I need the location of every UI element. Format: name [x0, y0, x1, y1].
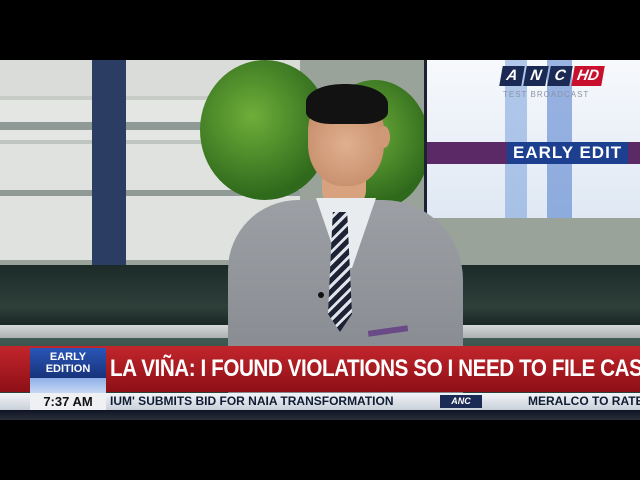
ticker-anc-logo: ANC — [440, 395, 482, 408]
headline-text: LA VIÑA: I FOUND VIOLATIONS SO I NEED TO… — [110, 355, 640, 382]
show-title-line1: EARLY — [49, 351, 87, 363]
logo-letter: A — [499, 66, 525, 86]
test-broadcast-label: TEST BROADCAST — [503, 90, 590, 99]
show-title: EARLY EDITION — [30, 348, 106, 378]
logo-letter: C — [547, 66, 573, 86]
bottom-strip — [0, 410, 640, 420]
ticker-item: MERALCO TO RATE — [528, 394, 640, 408]
video-frame: A N C HD TEST BROADCAST EARLY EDIT LA VI… — [0, 60, 640, 420]
anchor-ear — [378, 126, 390, 148]
anc-hd-logo: A N C HD — [499, 66, 605, 86]
lapel-mic-icon — [318, 292, 324, 298]
show-box-stripe — [30, 378, 106, 393]
anchor-hair — [306, 84, 388, 124]
monitor-early-edition-text: EARLY EDIT — [507, 142, 629, 164]
logo-letter: N — [523, 66, 549, 86]
clock-time: 7:37 AM — [30, 393, 106, 410]
logo-letter-hd: HD — [571, 66, 605, 86]
show-title-line2: EDITION — [45, 363, 91, 375]
ticker-item: IUM' SUBMITS BID FOR NAIA TRANSFORMATION — [110, 394, 394, 408]
